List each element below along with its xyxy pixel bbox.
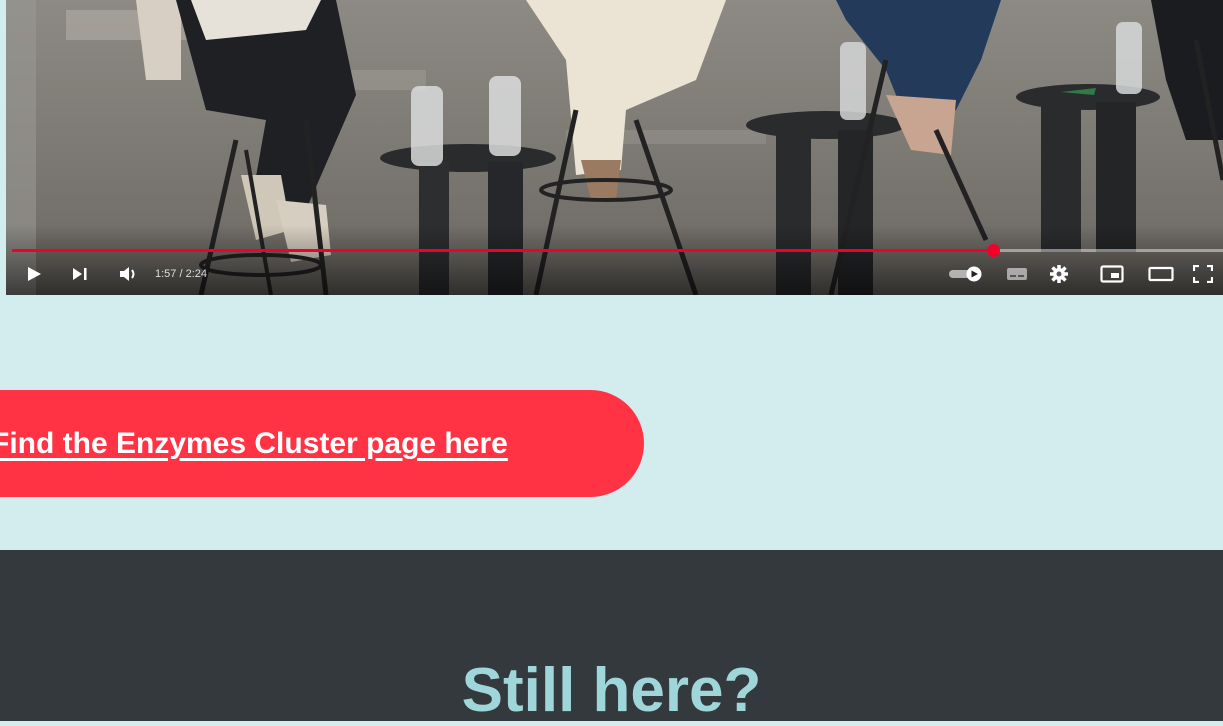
volume-icon: [119, 266, 139, 282]
subtitles-button[interactable]: [1006, 262, 1028, 286]
enzymes-cluster-link[interactable]: Find the Enzymes Cluster page here: [0, 427, 508, 461]
settings-button[interactable]: [1049, 262, 1069, 286]
controls-gradient: [6, 225, 1223, 295]
footer-heading: Still here?: [461, 656, 762, 725]
settings-icon: [1049, 264, 1069, 284]
autoplay-toggle-icon: [948, 266, 982, 282]
progress-fill: [12, 249, 993, 252]
autoplay-toggle[interactable]: [948, 262, 982, 286]
progress-scrubber[interactable]: [986, 244, 1000, 257]
next-icon: [72, 266, 88, 282]
miniplayer-button[interactable]: [1100, 262, 1124, 286]
next-button[interactable]: [72, 262, 88, 286]
video-player[interactable]: 1:57 / 2:24: [6, 0, 1223, 295]
theater-mode-button[interactable]: [1148, 262, 1174, 286]
play-icon: [26, 266, 42, 282]
time-display: 1:57 / 2:24: [155, 268, 207, 280]
theater-mode-icon: [1148, 265, 1174, 283]
subtitles-icon: [1006, 266, 1028, 282]
fullscreen-icon: [1193, 265, 1213, 283]
footer-section: Still here?: [0, 550, 1223, 725]
volume-button[interactable]: [119, 262, 139, 286]
fullscreen-button[interactable]: [1193, 262, 1213, 286]
play-button[interactable]: [26, 262, 42, 286]
progress-bar[interactable]: [12, 244, 1223, 257]
miniplayer-icon: [1100, 265, 1124, 283]
cta-banner: Find the Enzymes Cluster page here: [0, 390, 644, 497]
